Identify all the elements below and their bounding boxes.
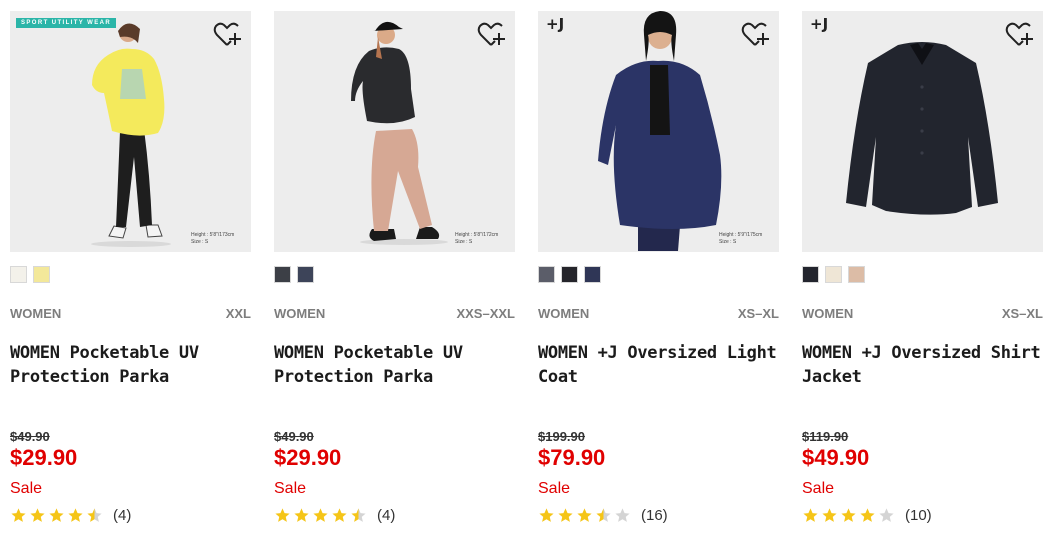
gender-category: WOMEN (538, 306, 590, 321)
star-full-icon (332, 507, 347, 522)
add-to-wishlist-heart-icon[interactable] (741, 21, 771, 49)
rating[interactable]: (4) (274, 505, 395, 525)
size-range: XXL (225, 306, 251, 321)
color-swatch[interactable] (848, 266, 865, 283)
star-full-icon (841, 507, 856, 522)
model-height: Height : 5'8"/173cm (191, 232, 235, 238)
sale-price: $29.90 (10, 445, 78, 470)
color-swatch[interactable] (561, 266, 578, 283)
color-swatch[interactable] (802, 266, 819, 283)
star-rating (802, 507, 895, 524)
plus-j-logo: +J (810, 15, 829, 33)
original-price: $119.90 (802, 429, 849, 444)
add-to-wishlist-heart-icon[interactable] (1005, 21, 1035, 49)
star-full-icon (860, 507, 875, 522)
color-swatches (802, 266, 865, 284)
sale-price: $79.90 (538, 445, 606, 470)
product-card[interactable]: SPORT UTILITY WEAR Height : 5'8"/173cm S… (10, 11, 252, 541)
star-half-icon (351, 507, 366, 522)
sale-price: $29.90 (274, 445, 342, 470)
star-rating (538, 507, 631, 524)
model-height: Height : 5'9"/175cm (719, 232, 763, 238)
star-half-icon (87, 507, 102, 522)
sale-label: Sale (538, 480, 571, 497)
size-range: XS–XL (737, 306, 779, 321)
color-swatch[interactable] (538, 266, 555, 283)
color-swatch[interactable] (297, 266, 314, 283)
model-size: Size : S (191, 239, 209, 245)
original-price: $199.90 (538, 429, 585, 444)
star-full-icon (822, 507, 837, 522)
color-swatch[interactable] (274, 266, 291, 283)
product-title[interactable]: WOMEN Pocketable UV Protection Parka (10, 341, 251, 389)
product-title[interactable]: WOMEN Pocketable UV Protection Parka (274, 341, 515, 389)
rating[interactable]: (10) (802, 505, 932, 525)
star-empty-icon (879, 507, 894, 522)
star-full-icon (558, 507, 573, 522)
color-swatches (10, 266, 50, 284)
star-empty-icon (615, 507, 630, 522)
review-count: (10) (905, 506, 932, 524)
original-price: $49.90 (10, 429, 50, 444)
product-meta: WOMEN XXL (10, 306, 251, 322)
star-full-icon (577, 507, 592, 522)
product-card[interactable]: +J WOMEN XS–XL WOMEN +J Oversized Shirt … (802, 11, 1044, 541)
product-title[interactable]: WOMEN +J Oversized Shirt Jacket (802, 341, 1043, 389)
star-full-icon (275, 507, 290, 522)
review-count: (4) (113, 506, 132, 524)
product-image[interactable]: SPORT UTILITY WEAR Height : 5'8"/173cm S… (10, 11, 251, 252)
sale-label: Sale (274, 480, 307, 497)
product-image[interactable]: +J Height : 5'9"/175cm Size : S (538, 11, 779, 252)
model-size: Size : S (719, 239, 737, 245)
product-meta: WOMEN XS–XL (538, 306, 779, 322)
product-card[interactable]: Height : 5'8"/172cm Size : S WOMEN XXS–X… (274, 11, 516, 541)
star-full-icon (68, 507, 83, 522)
product-meta: WOMEN XS–XL (802, 306, 1043, 322)
gender-category: WOMEN (802, 306, 854, 321)
original-price: $49.90 (274, 429, 314, 444)
product-card[interactable]: +J Height : 5'9"/175cm Size : S WOMEN XS… (538, 11, 780, 541)
star-rating (274, 507, 367, 524)
star-full-icon (313, 507, 328, 522)
color-swatches (538, 266, 601, 284)
star-full-icon (539, 507, 554, 522)
star-full-icon (294, 507, 309, 522)
review-count: (4) (377, 506, 396, 524)
add-to-wishlist-heart-icon[interactable] (213, 21, 243, 49)
color-swatches (274, 266, 314, 284)
color-swatch[interactable] (10, 266, 27, 283)
model-size: Size : S (455, 239, 473, 245)
model-height: Height : 5'8"/172cm (455, 232, 499, 238)
star-full-icon (11, 507, 26, 522)
model-size-note: Height : 5'8"/172cm Size : S (455, 232, 507, 246)
add-to-wishlist-heart-icon[interactable] (477, 21, 507, 49)
star-rating (10, 507, 103, 524)
sport-utility-badge: SPORT UTILITY WEAR (16, 18, 117, 28)
review-count: (16) (641, 506, 668, 524)
model-size-note: Height : 5'8"/173cm Size : S (191, 232, 243, 246)
sale-label: Sale (10, 480, 43, 497)
size-range: XXS–XXL (456, 306, 515, 321)
sale-label: Sale (802, 480, 835, 497)
product-meta: WOMEN XXS–XXL (274, 306, 515, 322)
sale-price: $49.90 (802, 445, 870, 470)
product-title[interactable]: WOMEN +J Oversized Light Coat (538, 341, 779, 389)
product-image[interactable]: Height : 5'8"/172cm Size : S (274, 11, 515, 252)
plus-j-logo: +J (546, 15, 565, 33)
star-full-icon (803, 507, 818, 522)
model-size-note: Height : 5'9"/175cm Size : S (719, 232, 771, 246)
gender-category: WOMEN (10, 306, 62, 321)
star-full-icon (30, 507, 45, 522)
rating[interactable]: (16) (538, 505, 668, 525)
color-swatch[interactable] (584, 266, 601, 283)
rating[interactable]: (4) (10, 505, 131, 525)
product-grid: SPORT UTILITY WEAR Height : 5'8"/173cm S… (0, 0, 1055, 548)
star-half-icon (596, 507, 611, 522)
color-swatch[interactable] (33, 266, 50, 283)
size-range: XS–XL (1001, 306, 1043, 321)
color-swatch[interactable] (825, 266, 842, 283)
product-image[interactable]: +J (802, 11, 1043, 252)
star-full-icon (49, 507, 64, 522)
gender-category: WOMEN (274, 306, 326, 321)
